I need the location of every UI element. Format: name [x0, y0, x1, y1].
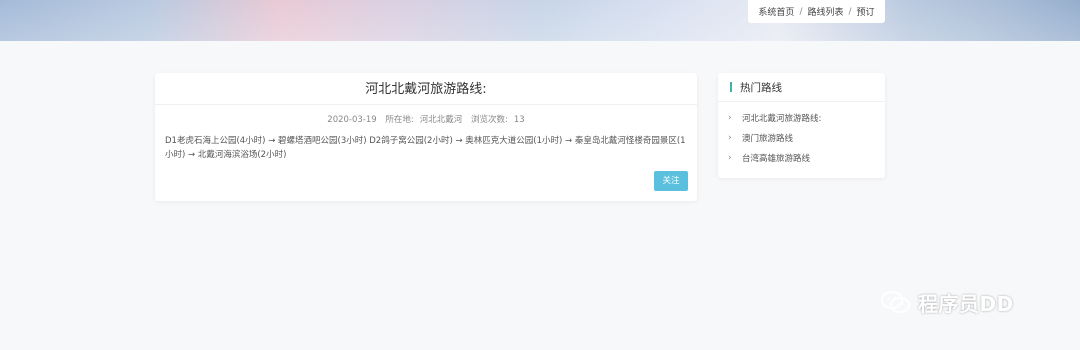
hot-routes-title: 热门路线	[740, 81, 782, 94]
wechat-icon	[881, 291, 910, 313]
breadcrumb-separator: /	[848, 6, 852, 17]
route-title: 河北北戴河旅游路线:	[155, 73, 697, 105]
banner-overlay	[0, 0, 1080, 41]
breadcrumb-route-list[interactable]: 路线列表	[807, 5, 843, 18]
chevron-right-icon: ›	[728, 113, 732, 123]
hot-routes-header: 热门路线	[718, 73, 885, 102]
chevron-right-icon: ›	[728, 133, 732, 143]
breadcrumb: 系统首页 / 路线列表 / 预订	[748, 0, 885, 23]
hot-routes-panel: 热门路线 › 河北北戴河旅游路线: › 澳门旅游路线 › 台湾高雄旅游路线	[718, 73, 885, 178]
route-location: 河北北戴河	[419, 115, 463, 125]
breadcrumb-home[interactable]: 系统首页	[758, 5, 794, 18]
watermark-text: 程序员DD	[918, 291, 1014, 316]
watermark: 程序员DD	[880, 287, 1014, 317]
route-date: 2020-03-19	[327, 115, 377, 125]
hot-route-label: 澳门旅游路线	[742, 134, 794, 144]
follow-button[interactable]: 关注	[654, 171, 688, 191]
views-label: 浏览次数:	[471, 115, 508, 125]
hot-route-item[interactable]: › 河北北戴河旅游路线:	[718, 108, 885, 128]
breadcrumb-current: 预订	[856, 8, 875, 18]
header-accent-bar	[730, 82, 732, 92]
route-views: 13	[513, 115, 525, 125]
route-description: D1老虎石海上公园(4小时) → 碧螺塔酒吧公园(3小时) D2鸽子窝公园(2小…	[165, 136, 686, 160]
hot-route-label: 河北北戴河旅游路线:	[742, 114, 822, 124]
hot-routes-list: › 河北北戴河旅游路线: › 澳门旅游路线 › 台湾高雄旅游路线	[718, 108, 885, 168]
hot-route-label: 台湾高雄旅游路线	[742, 154, 811, 164]
hot-route-item[interactable]: › 澳门旅游路线	[718, 128, 885, 148]
breadcrumb-separator: /	[799, 6, 803, 17]
route-detail-card: 河北北戴河旅游路线: 2020-03-19 所在地: 河北北戴河 浏览次数: 13 …	[155, 73, 697, 201]
location-label: 所在地:	[385, 115, 414, 125]
route-meta: 2020-03-19 所在地: 河北北戴河 浏览次数: 13	[155, 113, 697, 125]
chevron-right-icon: ›	[728, 153, 732, 163]
hot-route-item[interactable]: › 台湾高雄旅游路线	[718, 148, 885, 168]
